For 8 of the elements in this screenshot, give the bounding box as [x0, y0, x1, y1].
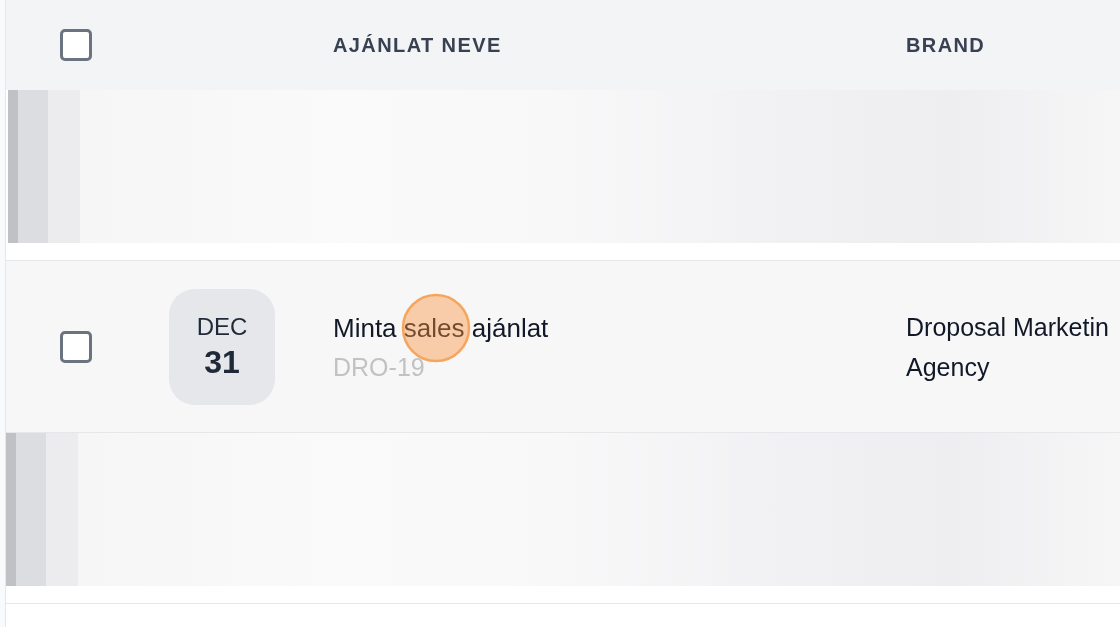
column-header: AJÁNLAT NEVE	[333, 33, 502, 58]
column-header: BRAND	[906, 33, 986, 58]
checkbox[interactable]	[59, 330, 92, 363]
checkbox[interactable]	[59, 29, 92, 61]
date-day: 31	[204, 341, 240, 382]
brand-name: Droposal Marketin Agency	[906, 311, 1110, 383]
offer-name[interactable]: Minta sales ajánlat	[333, 310, 549, 345]
date-month: DEC	[196, 311, 248, 342]
